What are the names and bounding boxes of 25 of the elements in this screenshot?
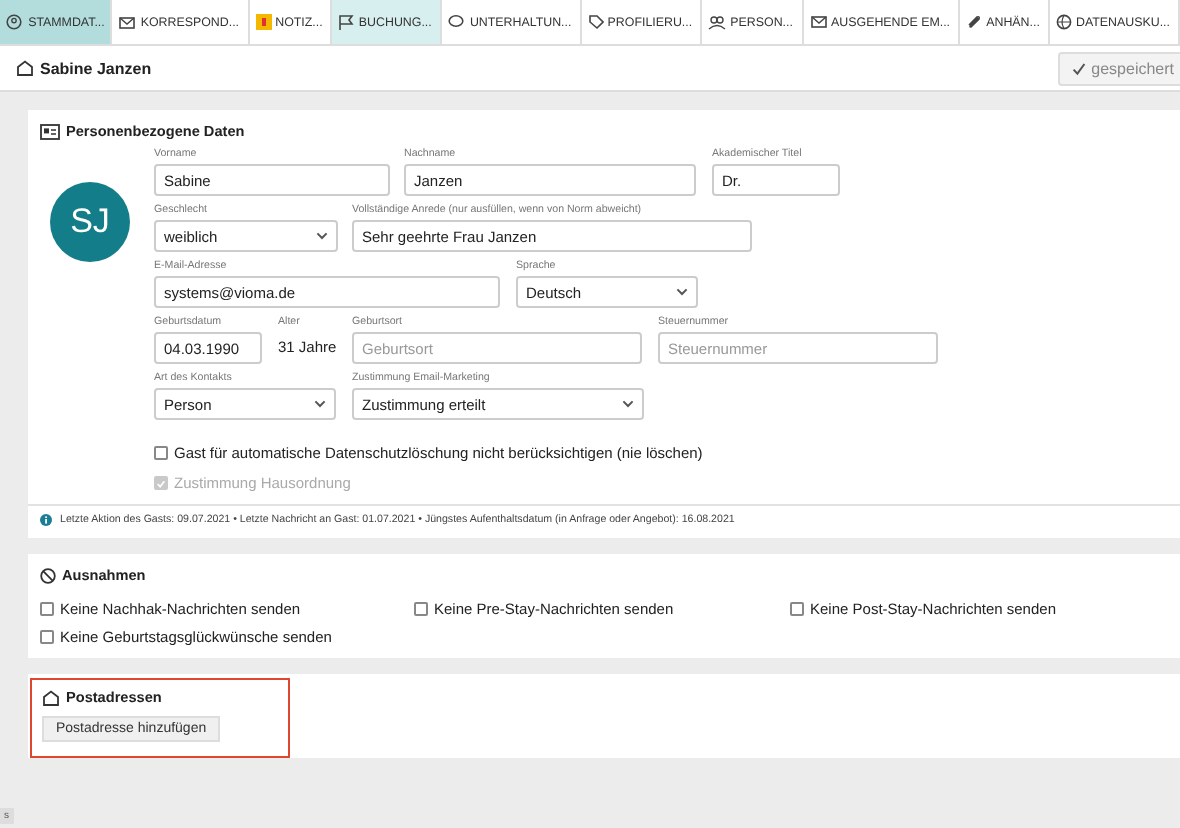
tag-icon xyxy=(587,14,604,30)
house-icon xyxy=(16,60,34,76)
guest-name: Sabine Janzen xyxy=(40,59,152,77)
check-icon xyxy=(1071,61,1086,75)
globe-icon xyxy=(1056,14,1072,30)
chevron-icon xyxy=(316,232,328,240)
info-icon xyxy=(40,514,52,526)
checkbox[interactable] xyxy=(154,446,168,460)
note-icon xyxy=(255,14,272,30)
chevron-icon xyxy=(676,288,688,296)
flag-icon xyxy=(338,14,355,30)
checkbox[interactable] xyxy=(414,602,428,616)
people-icon xyxy=(708,14,727,30)
prohibited-icon xyxy=(40,567,56,583)
avatar: SJ xyxy=(50,182,130,262)
chevron-icon xyxy=(314,400,326,408)
chat-icon xyxy=(447,14,466,30)
chevron-icon xyxy=(622,400,634,408)
id-card-icon xyxy=(40,123,60,139)
checkbox[interactable] xyxy=(40,602,54,616)
mail-icon xyxy=(809,14,828,30)
house-icon xyxy=(42,689,60,705)
checkbox[interactable] xyxy=(40,630,54,644)
mail-icon xyxy=(118,14,137,30)
checkbox[interactable] xyxy=(790,602,804,616)
